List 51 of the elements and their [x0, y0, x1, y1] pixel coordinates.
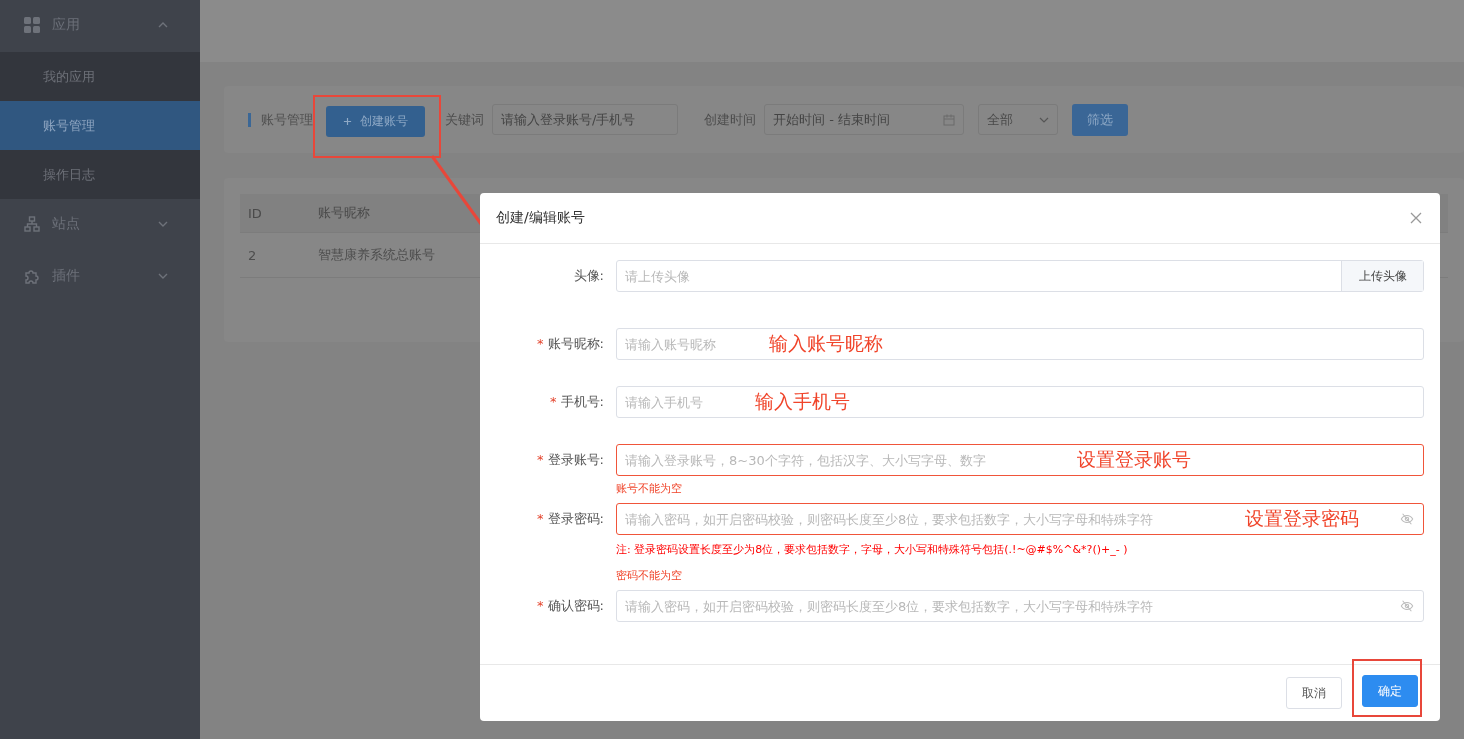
- keyword-field[interactable]: 请输入登录账号/手机号: [492, 104, 678, 135]
- sidebar-item[interactable]: 账号管理: [0, 101, 200, 150]
- cancel-button[interactable]: 取消: [1286, 677, 1342, 709]
- create-account-button[interactable]: 创建账号: [326, 106, 425, 137]
- field-label: 登录账号:: [547, 452, 604, 467]
- input-field[interactable]: 请输入密码，如开启密码校验，则密码长度至少8位，要求包括数字，大小写字母和特殊字符 设置登录密码: [616, 503, 1424, 535]
- text-input[interactable]: 请输入密码，如开启密码校验，则密码长度至少8位，要求包括数字，大小写字母和特殊字符: [625, 598, 1229, 614]
- text-input[interactable]: 请输入账号昵称: [625, 336, 753, 352]
- title-marker: [248, 112, 251, 127]
- input-field[interactable]: 请输入登录账号，8~30个字符，包括汉字、大小写字母、数字 设置登录账号: [616, 444, 1424, 476]
- puzzle-icon: [24, 268, 40, 284]
- upload-button[interactable]: 上传头像: [1341, 261, 1423, 291]
- required-mark: *: [537, 336, 544, 351]
- sitemap-icon: [24, 216, 40, 232]
- input-field[interactable]: 请输入手机号 输入手机号: [616, 386, 1424, 418]
- text-input[interactable]: 请输入登录账号，8~30个字符，包括汉字、大小写字母、数字: [625, 452, 1061, 468]
- eye-slash-icon[interactable]: [1400, 599, 1414, 613]
- date-placeholder: 开始时间 - 结束时间: [773, 110, 891, 129]
- dialog-title: 创建/编辑账号: [496, 209, 585, 227]
- required-mark: *: [537, 452, 544, 467]
- status-select[interactable]: 全部: [978, 104, 1058, 135]
- text-input[interactable]: 请输入手机号: [625, 394, 739, 410]
- field-label: 账号昵称:: [547, 336, 604, 351]
- field-label: 确认密码:: [547, 598, 604, 613]
- annotation-text: 输入账号昵称: [769, 331, 883, 356]
- field-label: 头像:: [573, 268, 604, 283]
- chevron-down-icon: [1039, 116, 1049, 123]
- input-field[interactable]: 请输入账号昵称 输入账号昵称: [616, 328, 1424, 360]
- date-range-field[interactable]: 开始时间 - 结束时间: [764, 104, 964, 135]
- hint-text: 注: 登录密码设置长度至少为8位，要求包括数字，字母，大小写和特殊符号包括(.!~@#$%^&*?()+_- ): [616, 542, 1129, 558]
- text-input[interactable]: 请输入密码，如开启密码校验，则密码长度至少8位，要求包括数字，大小写字母和特殊字符: [625, 511, 1229, 527]
- input-field[interactable]: 请上传头像 上传头像: [616, 260, 1424, 292]
- close-icon[interactable]: [1410, 212, 1422, 224]
- grid-icon: [24, 17, 40, 33]
- annotation-text: 设置登录账号: [1077, 447, 1191, 472]
- field-label: 登录密码:: [547, 511, 604, 526]
- required-mark: *: [537, 511, 544, 526]
- eye-slash-icon[interactable]: [1400, 512, 1414, 526]
- error-message: 账号不能为空: [616, 481, 683, 496]
- required-mark: *: [537, 598, 544, 613]
- input-field[interactable]: 请输入密码，如开启密码校验，则密码长度至少8位，要求包括数字，大小写字母和特殊字符: [616, 590, 1424, 622]
- field-label: 手机号:: [560, 394, 604, 409]
- plus-icon: [343, 117, 352, 126]
- text-input[interactable]: 请上传头像: [625, 268, 725, 284]
- error-message: 密码不能为空: [616, 568, 683, 583]
- annotation-text: 输入手机号: [755, 389, 850, 414]
- table-cell-text: 2: [247, 247, 258, 263]
- required-mark: *: [550, 394, 557, 409]
- confirm-button[interactable]: 确定: [1362, 675, 1418, 707]
- annotation-text: 设置登录密码: [1245, 506, 1359, 531]
- filter-button[interactable]: 筛选: [1072, 103, 1128, 136]
